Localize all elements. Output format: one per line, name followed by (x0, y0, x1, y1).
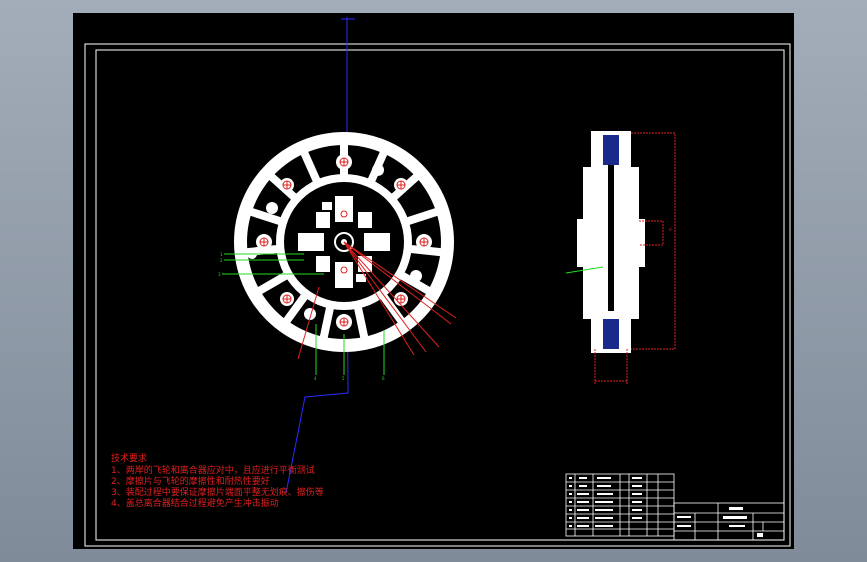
friction-disc-front-view: 12 3 4 5 6 (218, 132, 457, 381)
svg-text:6: 6 (382, 376, 385, 381)
svg-text:2: 2 (220, 258, 223, 263)
technical-requirement-item: 4、盖总离合器结合过程避免产生冲击振动 (111, 499, 279, 509)
svg-text:1: 1 (220, 252, 223, 257)
drawing-canvas[interactable]: 12 3 4 5 6 d 技术要求 1、两岸的飞轮和离合器应对中，且应进行平衡测试 2… (73, 13, 794, 549)
technical-requirement-item: 1、两岸的飞轮和离合器应对中，且应进行平衡测试 (111, 466, 315, 476)
technical-requirement-item: 3、装配过程中要保证摩擦片端面平整无划痕、擦伤等 (111, 488, 324, 498)
friction-lining-top (603, 135, 619, 165)
svg-text:5: 5 (342, 376, 345, 381)
svg-text:4: 4 (314, 376, 317, 381)
svg-text:3: 3 (218, 272, 221, 277)
technical-requirements-list: 1、两岸的飞轮和离合器应对中，且应进行平衡测试 2、摩擦片与飞轮的摩擦性和耐热性… (111, 466, 324, 510)
technical-requirement-item: 2、摩擦片与飞轮的摩擦性和耐热性要好 (111, 477, 270, 487)
friction-lining-bottom (603, 319, 619, 349)
friction-disc-side-view: d (565, 131, 676, 385)
technical-requirements-title: 技术要求 (111, 454, 148, 464)
side-center-slot (608, 165, 614, 311)
table-cell-marks (569, 477, 763, 537)
side-dim-label: d (669, 227, 672, 232)
